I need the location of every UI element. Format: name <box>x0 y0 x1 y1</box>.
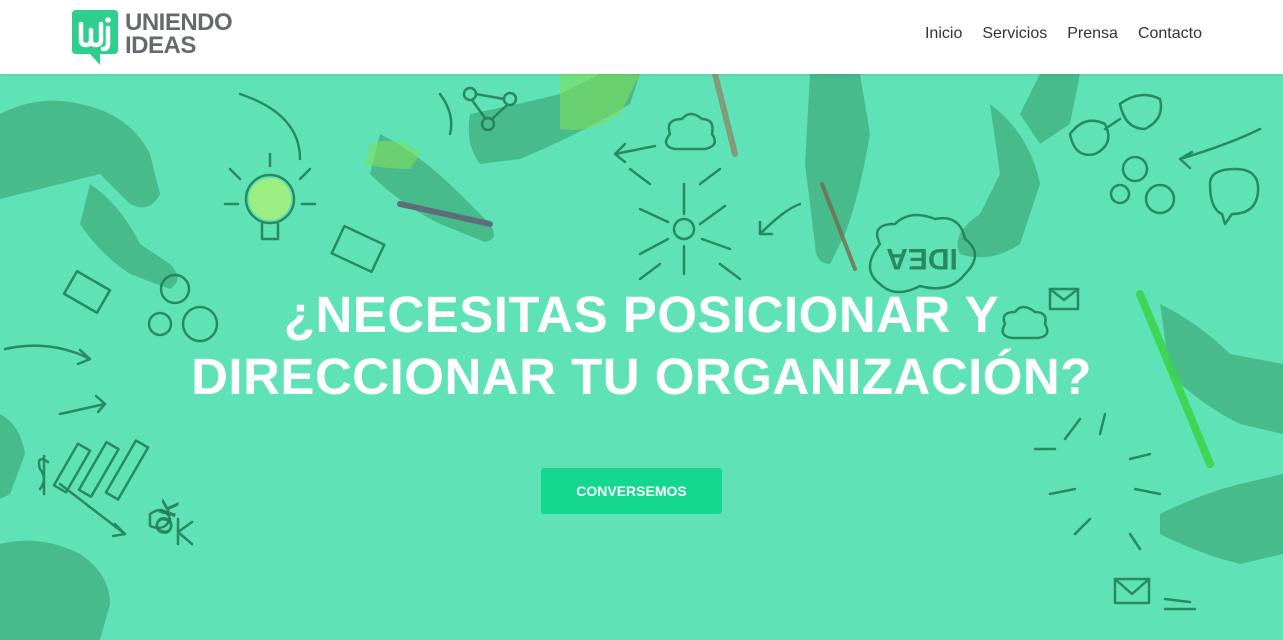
nav-link-prensa[interactable]: Prensa <box>1067 24 1118 44</box>
logo[interactable]: UNIENDO IDEAS <box>70 9 233 66</box>
logo-mark-icon <box>72 10 118 65</box>
brand-name-line2: IDEAS <box>125 32 196 59</box>
hero-headline: ¿NECESITAS POSICIONAR Y DIRECCIONAR TU O… <box>100 284 1183 408</box>
navbar: UNIENDO IDEAS Inicio Servicios Prensa Co… <box>0 0 1283 74</box>
hero-headline-line2: DIRECCIONAR TU ORGANIZACIÓN? <box>191 348 1092 405</box>
nav-link-servicios[interactable]: Servicios <box>982 24 1047 44</box>
conversemos-button[interactable]: CONVERSEMOS <box>541 468 722 514</box>
brand-name-line1: UNIENDO <box>125 9 233 36</box>
hero-section: IDEA OK ¿NECESITAS POSICIONAR Y DIRECCIO… <box>0 74 1283 640</box>
hero-headline-line1: ¿NECESITAS POSICIONAR Y <box>283 286 1000 343</box>
idea-doodle-text: IDEA <box>886 242 958 275</box>
main-nav: Inicio Servicios Prensa Contacto <box>905 24 1202 44</box>
nav-link-contacto[interactable]: Contacto <box>1138 24 1202 44</box>
brand-wordmark: UNIENDO IDEAS <box>125 9 233 59</box>
nav-link-inicio[interactable]: Inicio <box>925 24 962 44</box>
